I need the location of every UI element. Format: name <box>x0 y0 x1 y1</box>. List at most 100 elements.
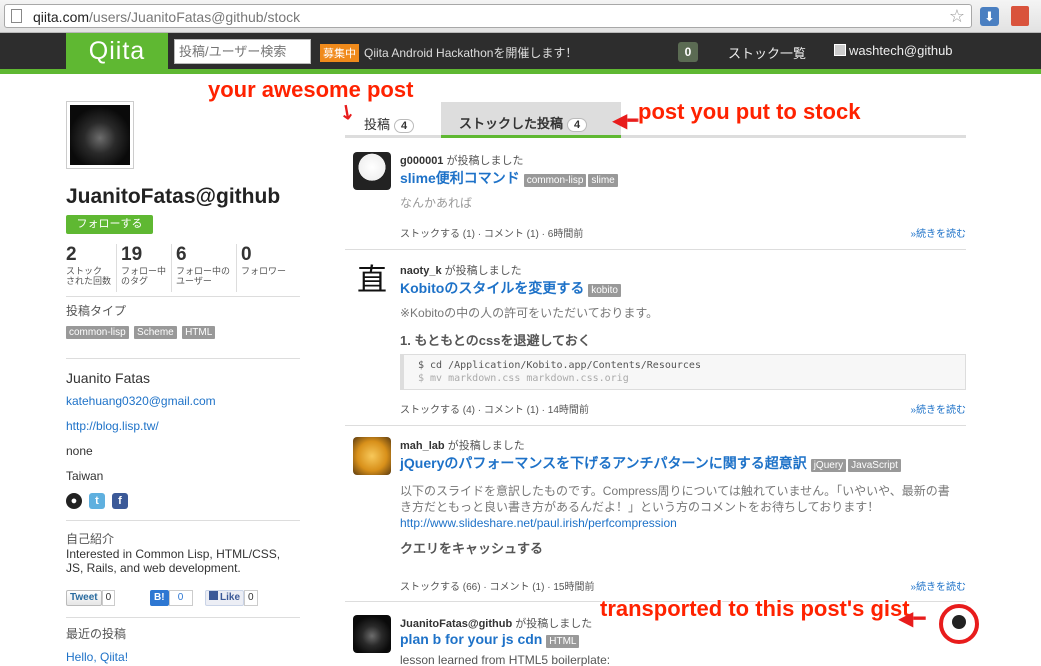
stock-count-badge: 4 <box>567 118 588 132</box>
real-name: Juanito Fatas <box>66 370 151 386</box>
hatena-count: 0 <box>168 590 193 606</box>
browser-toolbar: qiita.com/users/JuanitoFatas@github/stoc… <box>0 0 1041 33</box>
annotation-your-post: your awesome post <box>208 77 414 102</box>
tweet-share: Tweet 0 <box>66 589 116 606</box>
recruit-badge: 募集中 <box>320 44 359 62</box>
notification-count[interactable]: 0 <box>678 42 698 62</box>
post-heading: クエリをキャッシュする <box>400 541 544 556</box>
qiita-logo[interactable]: Qiita <box>66 33 168 69</box>
stock-list-link[interactable]: ストック一覧 <box>728 43 806 62</box>
gist-octocat-icon[interactable] <box>939 604 979 644</box>
stat-followers[interactable]: 0 フォロワー <box>236 244 300 292</box>
author-avatar[interactable]: 直 <box>353 262 391 300</box>
slideshare-link[interactable]: http://www.slideshare.net/paul.irish/per… <box>400 515 966 531</box>
tweet-button[interactable]: Tweet <box>66 590 102 606</box>
post-meta: g000001 が投稿しました <box>400 155 524 167</box>
divider <box>66 617 300 618</box>
post-item: 直 naoty_k が投稿しました Kobitoのスタイルを変更する kobit… <box>353 262 966 422</box>
url-text[interactable]: qiita.com/users/JuanitoFatas@github/stoc… <box>33 9 300 25</box>
recent-post-link[interactable]: Hello, Qiita! <box>66 650 128 664</box>
post-tag[interactable]: JavaScript <box>848 459 901 472</box>
tag-scheme[interactable]: Scheme <box>134 326 177 339</box>
post-types-tags: common-lisp Scheme HTML <box>66 324 217 339</box>
location: Taiwan <box>66 469 104 483</box>
stock-action[interactable]: ストックする (1) <box>400 229 475 240</box>
post-tag[interactable]: common-lisp <box>523 174 587 187</box>
code-block: $ cd /Application/Kobito.app/Contents/Re… <box>400 354 966 390</box>
post-title-link[interactable]: jQueryのパフォーマンスを下げるアンチパターンに関する超意訳 jQuery J… <box>400 453 903 473</box>
comment-action[interactable]: コメント (1) <box>489 582 544 593</box>
email-link[interactable]: katehuang0320@gmail.com <box>66 394 216 408</box>
github-icon[interactable]: ● <box>66 493 82 509</box>
read-more-link[interactable]: »続きを読む <box>910 225 966 240</box>
post-title-link[interactable]: slime便利コマンド common-lisp slime <box>400 168 620 188</box>
download-extension-icon[interactable]: ⬇ <box>980 7 999 26</box>
page-icon <box>11 9 22 23</box>
divider <box>66 358 300 359</box>
user-menu[interactable]: washtech@github <box>834 43 953 58</box>
social-links: ● t f <box>66 493 135 509</box>
author-link[interactable]: JuanitoFatas@github <box>400 618 512 630</box>
stock-action[interactable]: ストックする (66) <box>400 582 481 593</box>
divider <box>66 520 300 521</box>
divider <box>66 296 300 297</box>
post-item: JuanitoFatas@github が投稿しました plan b for y… <box>353 615 966 666</box>
follow-button[interactable]: フォローする <box>66 215 153 234</box>
author-avatar[interactable] <box>353 152 391 190</box>
author-avatar[interactable] <box>353 437 391 475</box>
author-avatar[interactable] <box>353 615 391 653</box>
post-excerpt: なんかあれば <box>400 196 473 210</box>
stat-stocked[interactable]: 2 ストック された回数 <box>66 244 116 292</box>
author-link[interactable]: mah_lab <box>400 440 445 452</box>
read-more-link[interactable]: »続きを読む <box>910 401 966 416</box>
post-divider <box>345 249 966 250</box>
posts-count-badge: 4 <box>394 119 415 133</box>
post-title-link[interactable]: plan b for your js cdn HTML <box>400 631 581 648</box>
tag-common-lisp[interactable]: common-lisp <box>66 326 129 339</box>
post-footer: ストックする (1) · コメント (1) · 6時間前 <box>400 229 584 240</box>
hatena-button[interactable]: B! <box>150 590 169 606</box>
tab-stocked-posts[interactable]: ストックした投稿 4 <box>441 102 621 138</box>
address-bar[interactable]: qiita.com/users/JuanitoFatas@github/stoc… <box>4 4 972 28</box>
stock-action[interactable]: ストックする (4) <box>400 405 475 416</box>
recent-posts-heading: 最近の投稿 <box>66 627 127 641</box>
like-icon <box>209 591 218 600</box>
bookmark-extension-icon[interactable] <box>1011 6 1029 26</box>
bookmark-star-icon[interactable]: ☆ <box>949 6 965 27</box>
like-share: Like 0 <box>205 589 258 606</box>
organization: none <box>66 444 93 458</box>
announcement-link[interactable]: Qiita Android Hackathonを開催します！ <box>364 44 577 61</box>
tag-html[interactable]: HTML <box>182 326 216 339</box>
stat-following-tags[interactable]: 19 フォロー中 のタグ <box>116 244 170 292</box>
annotation-gist: transported to this post's gist <box>600 596 910 621</box>
like-button[interactable]: Like <box>205 590 245 606</box>
stat-following-users[interactable]: 6 フォロー中の ユーザー <box>171 244 235 292</box>
annotation-arrow: ◀━ <box>612 110 640 132</box>
post-title-link[interactable]: Kobitoのスタイルを変更する kobito <box>400 278 623 298</box>
profile-username: JuanitoFatas@github <box>66 185 281 208</box>
read-more-link[interactable]: »続きを読む <box>910 578 966 593</box>
comment-action[interactable]: コメント (1) <box>484 405 539 416</box>
annotation-arrow: ◀━ <box>898 608 926 630</box>
search-input[interactable] <box>174 39 311 64</box>
tweet-count: 0 <box>101 590 116 606</box>
profile-avatar <box>66 101 134 169</box>
bio-text: Interested in Common Lisp, HTML/CSS, JS,… <box>66 547 281 575</box>
profile-stats: 2 ストック された回数 19 フォロー中 のタグ 6 フォロー中の ユーザー … <box>66 244 300 292</box>
comment-action[interactable]: コメント (1) <box>484 229 539 240</box>
post-excerpt: lesson learned from HTML5 boilerplate: <box>400 653 611 666</box>
author-link[interactable]: naoty_k <box>400 265 442 277</box>
tab-posts[interactable]: 投稿 4 <box>364 114 415 133</box>
post-tag[interactable]: HTML <box>546 635 580 648</box>
post-item: mah_lab が投稿しました jQueryのパフォーマンスを下げるアンチパター… <box>353 437 966 597</box>
post-tag[interactable]: slime <box>588 174 618 187</box>
post-tag[interactable]: kobito <box>588 284 621 297</box>
facebook-icon[interactable]: f <box>112 493 128 509</box>
user-avatar <box>834 44 846 56</box>
bio-heading: 自己紹介 <box>66 532 115 546</box>
post-types-heading: 投稿タイプ <box>66 304 127 318</box>
author-link[interactable]: g000001 <box>400 155 443 167</box>
twitter-icon[interactable]: t <box>89 493 105 509</box>
post-tag[interactable]: jQuery <box>810 459 847 472</box>
website-link[interactable]: http://blog.lisp.tw/ <box>66 419 159 433</box>
